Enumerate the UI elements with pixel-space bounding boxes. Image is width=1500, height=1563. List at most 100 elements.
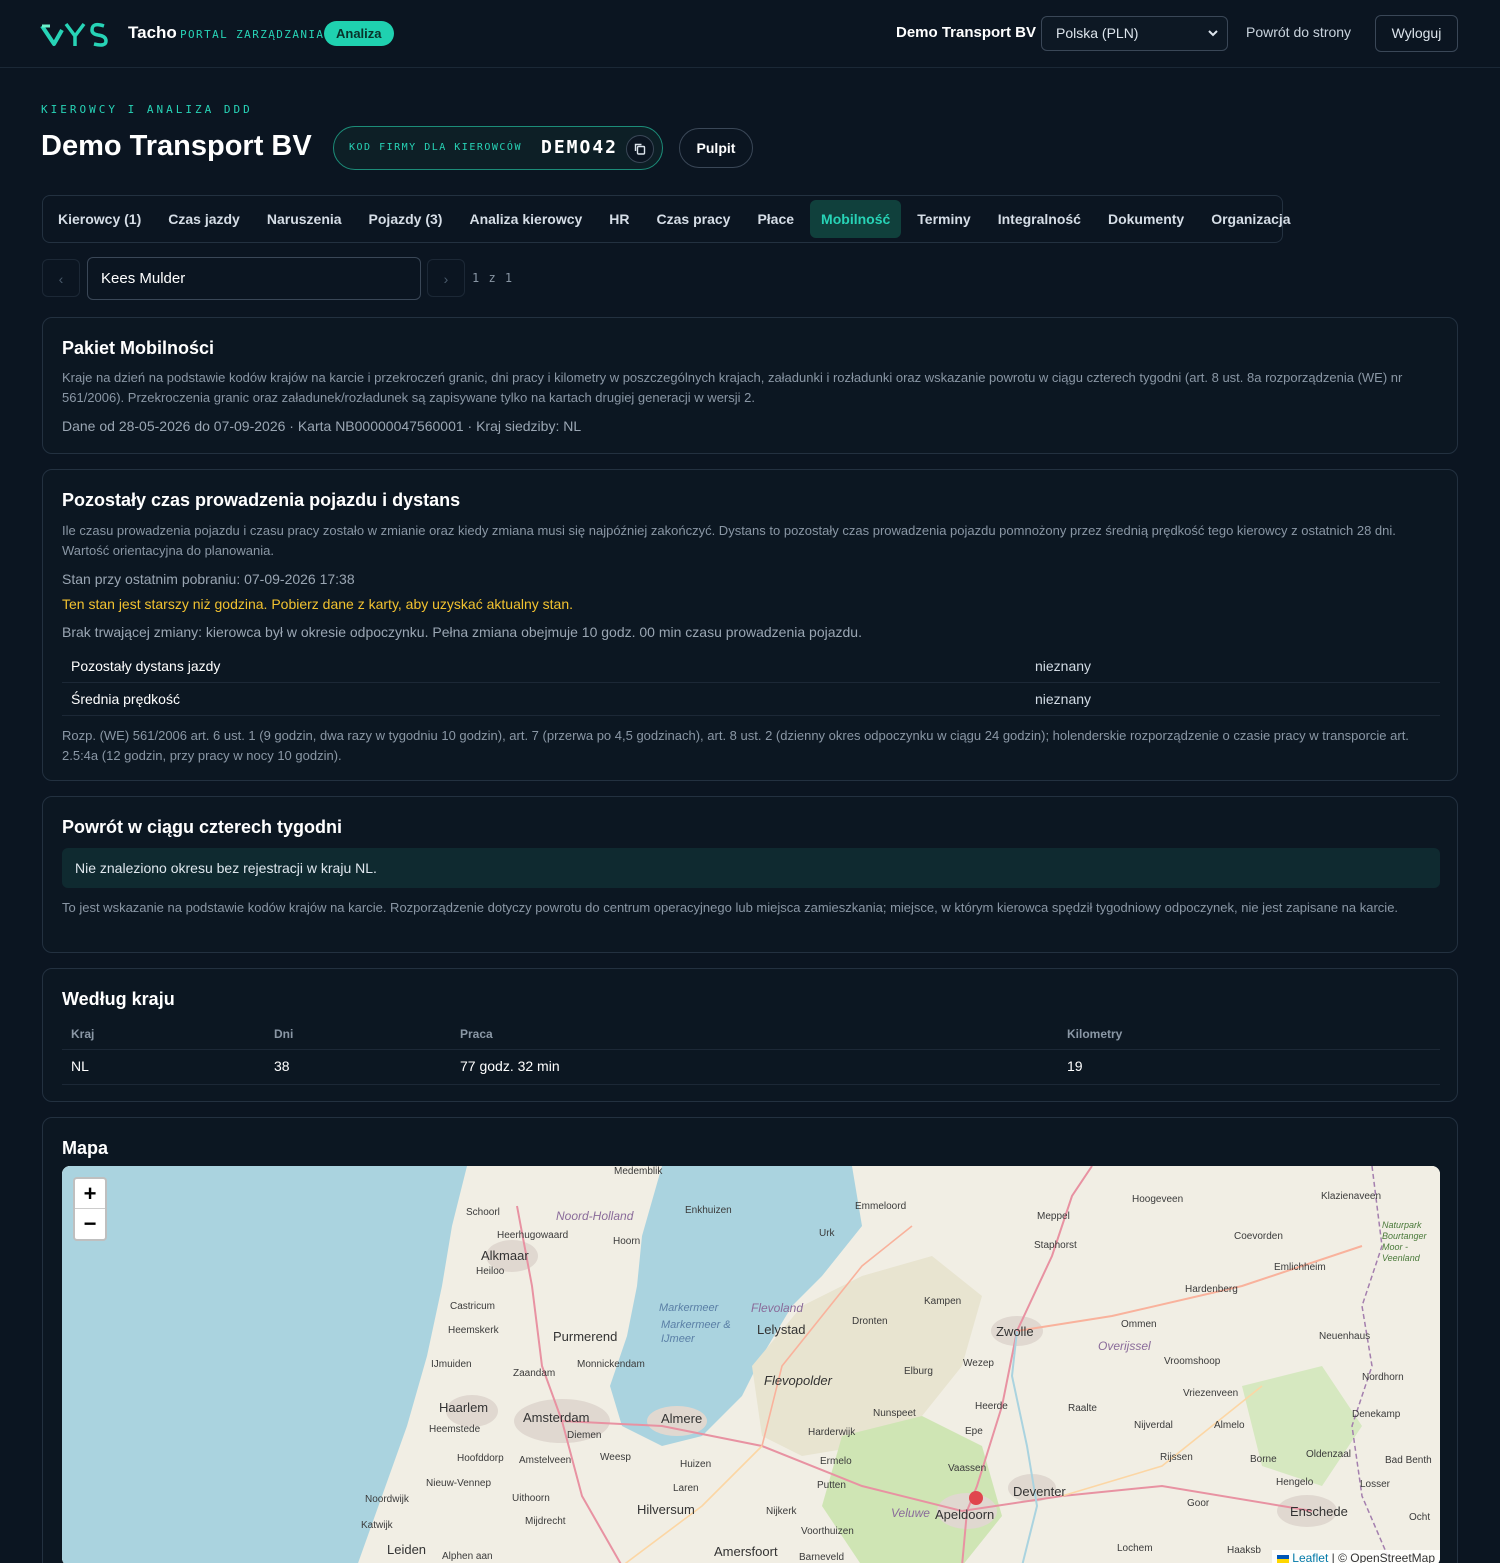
column-header-praca: Praca <box>460 1027 493 1041</box>
map-label: Laren <box>673 1483 699 1494</box>
map-label: Lelystad <box>757 1322 806 1337</box>
logout-button[interactable]: Wyloguj <box>1375 15 1458 52</box>
map-label: Enschede <box>1290 1504 1348 1519</box>
card-title: Według kraju <box>62 989 175 1009</box>
map-label: Hoogeveen <box>1132 1194 1184 1205</box>
map-label: Medemblik <box>614 1166 663 1177</box>
card-description: Kraje na dzień na podstawie kodów krajów… <box>62 370 1403 405</box>
map-label: Emlichheim <box>1274 1262 1326 1273</box>
map-label: Uithoorn <box>512 1493 550 1504</box>
map-label: Markermeer <box>659 1302 719 1314</box>
currency-select[interactable]: Polska (PLN) <box>1041 16 1228 51</box>
map-label: Klazienaveen <box>1321 1191 1382 1202</box>
tab-mobilnosc[interactable]: Mobilność <box>810 200 902 238</box>
map-label: Mijdrecht <box>525 1516 566 1527</box>
zoom-out-button[interactable]: − <box>75 1209 105 1239</box>
table-cell-praca: 77 godz. 32 min <box>460 1058 560 1074</box>
map-label: Heiloo <box>476 1266 505 1277</box>
map-label: Apeldoorn <box>935 1507 995 1522</box>
divider <box>62 1049 1440 1050</box>
divider <box>62 1084 1440 1085</box>
header-company-name: Demo Transport BV <box>896 24 1037 41</box>
map-label: Heemstede <box>429 1424 481 1435</box>
company-code-label: KOD FIRMY DLA KIEROWCÓW <box>349 142 522 153</box>
copy-button[interactable] <box>626 135 654 163</box>
top-bar: Tacho PORTAL ZARZĄDZANIA Analiza Demo Tr… <box>0 0 1500 68</box>
map-label: Nunspeet <box>873 1408 916 1419</box>
logo-icon <box>40 22 108 47</box>
map-label: Wezep <box>963 1358 994 1369</box>
map-label: Hoofddorp <box>457 1453 504 1464</box>
analiza-badge: Analiza <box>324 21 394 46</box>
tab-kierowcy[interactable]: Kierowcy (1) <box>47 200 152 238</box>
return-card: Powrót w ciągu czterech tygodni Nie znal… <box>42 796 1458 953</box>
map-label: Rijssen <box>1160 1452 1193 1463</box>
zoom-in-button[interactable]: + <box>75 1179 105 1209</box>
map-label: Urk <box>819 1228 835 1239</box>
tab-czas-jazdy[interactable]: Czas jazdy <box>157 200 251 238</box>
tab-hr[interactable]: HR <box>598 200 640 238</box>
map-label: Meppel <box>1037 1211 1070 1222</box>
map-label: Oldenzaal <box>1306 1449 1352 1460</box>
map-label: Vriezenveen <box>1183 1388 1239 1399</box>
map-label: Vaassen <box>948 1463 987 1474</box>
map-label: Harderwijk <box>808 1427 856 1438</box>
map-label: Almelo <box>1214 1420 1245 1431</box>
logo[interactable]: Tacho PORTAL ZARZĄDZANIA <box>40 20 323 48</box>
return-info-box: Nie znaleziono okresu bez rejestracji w … <box>62 848 1440 888</box>
map-label: Zaandam <box>513 1368 556 1379</box>
driver-select[interactable]: Kees Mulder <box>87 257 421 300</box>
map-label: Heemskerk <box>448 1325 499 1336</box>
map-label: Nijkerk <box>766 1506 797 1517</box>
tab-place[interactable]: Płace <box>746 200 805 238</box>
map-view[interactable]: Medemblik Schoorl Noord-Holland Enkhuize… <box>62 1166 1440 1563</box>
chevron-down-icon <box>1207 17 1219 63</box>
tab-czas-pracy[interactable]: Czas pracy <box>646 200 742 238</box>
next-driver-button[interactable]: › <box>427 259 465 297</box>
tab-dokumenty[interactable]: Dokumenty <box>1097 200 1195 238</box>
tab-analiza-kierowcy[interactable]: Analiza kierowcy <box>458 200 593 238</box>
map-label: Losser <box>1360 1479 1391 1490</box>
map-label: Enkhuizen <box>685 1205 732 1216</box>
map-label: Noordwijk <box>365 1494 409 1505</box>
back-to-site-link[interactable]: Powrót do strony <box>1246 24 1351 40</box>
map-label: Lochem <box>1117 1543 1153 1554</box>
stale-warning: Ten stan jest starszy niż godzina. Pobie… <box>62 596 573 612</box>
map-label: Amersfoort <box>714 1544 778 1559</box>
map-label: Flevoland <box>751 1301 804 1315</box>
mobility-package-card: Pakiet Mobilności Kraje na dzień na pods… <box>42 317 1458 454</box>
table-cell-kraj: NL <box>71 1058 89 1074</box>
prev-driver-button[interactable]: ‹ <box>42 259 80 297</box>
by-country-card: Według kraju Kraj Dni Praca Kilometry NL… <box>42 968 1458 1102</box>
card-meta: Dane od 28-05-2026 do 07-09-2026 · Karta… <box>62 418 582 434</box>
map-label: Heerhugowaard <box>497 1230 569 1241</box>
map-label: Epe <box>965 1426 983 1437</box>
map-label: Amsterdam <box>523 1410 590 1425</box>
map-label: Nordhorn <box>1362 1372 1404 1383</box>
map-label: Hengelo <box>1276 1477 1314 1488</box>
osm-attribution[interactable]: | © OpenStreetMap <box>1332 1551 1435 1563</box>
tab-terminy[interactable]: Terminy <box>906 200 981 238</box>
last-download-state: Stan przy ostatnim pobraniu: 07-09-2026 … <box>62 571 355 587</box>
card-title: Pakiet Mobilności <box>62 338 215 358</box>
map-label: Voorthuizen <box>801 1526 854 1537</box>
map-label: Vroomshoop <box>1164 1356 1221 1367</box>
map-label: Deventer <box>1013 1484 1066 1499</box>
table-cell-dni: 38 <box>274 1058 290 1074</box>
column-header-dni: Dni <box>274 1027 294 1041</box>
tab-pojazdy[interactable]: Pojazdy (3) <box>358 200 454 238</box>
map-label: Barneveld <box>799 1552 845 1563</box>
tab-naruszenia[interactable]: Naruszenia <box>256 200 353 238</box>
map-label: Ommen <box>1121 1319 1157 1330</box>
return-note: To jest wskazanie na podstawie kodów kra… <box>62 900 1399 915</box>
leaflet-link[interactable]: Leaflet <box>1292 1551 1328 1563</box>
tab-integralnosc[interactable]: Integralność <box>987 200 1092 238</box>
company-code-pill: KOD FIRMY DLA KIEROWCÓW DEMO42 <box>333 126 663 170</box>
map-label: IJmuiden <box>431 1359 472 1370</box>
tab-organizacja[interactable]: Organizacja <box>1200 200 1301 238</box>
card-title: Powrót w ciągu czterech tygodni <box>62 817 343 837</box>
pulpit-button[interactable]: Pulpit <box>679 128 753 168</box>
column-header-kilometry: Kilometry <box>1067 1027 1123 1041</box>
map-label: Hardenberg <box>1185 1284 1238 1295</box>
map-label: Purmerend <box>553 1329 618 1344</box>
